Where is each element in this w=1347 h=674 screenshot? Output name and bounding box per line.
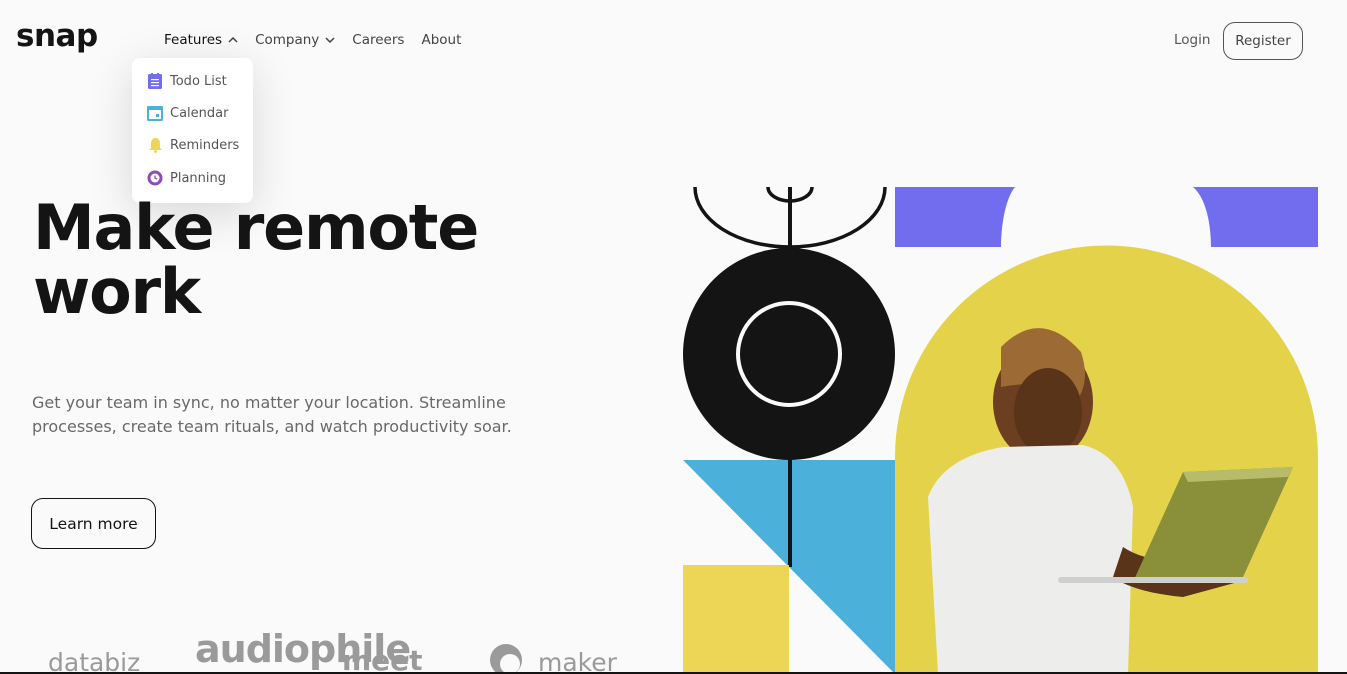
maker-logo-icon	[490, 644, 522, 674]
client-logo-databiz: databiz	[48, 648, 141, 674]
client-logo-maker: maker	[538, 648, 617, 674]
learn-more-button[interactable]: Learn more	[31, 498, 156, 549]
menu-item-reminders[interactable]: Reminders	[147, 137, 239, 153]
menu-item-calendar[interactable]: Calendar	[147, 105, 228, 121]
hero-subtitle: Get your team in sync, no matter your lo…	[32, 393, 512, 436]
hero-illustration	[683, 187, 1318, 674]
menu-item-planning[interactable]: Planning	[147, 170, 226, 186]
calendar-icon	[147, 105, 163, 121]
nav-company-label: Company	[255, 32, 320, 48]
clock-icon	[147, 170, 163, 186]
menu-item-todo-list[interactable]: Todo List	[147, 73, 227, 89]
client-logo-meet: meet	[342, 644, 423, 674]
hero-title: Make remote work	[33, 196, 553, 324]
nav-careers[interactable]: Careers	[352, 32, 404, 48]
hero-illustration-graphic	[683, 187, 1318, 674]
bell-icon	[147, 137, 163, 153]
client-logos: databiz audiophile meet maker	[48, 630, 648, 674]
login-link[interactable]: Login	[1174, 32, 1210, 48]
chevron-up-icon	[228, 37, 238, 43]
nav-features-label: Features	[164, 32, 223, 48]
menu-item-label: Planning	[170, 170, 226, 186]
hero-title-line-2: work	[33, 255, 201, 328]
menu-item-label: Calendar	[170, 105, 229, 121]
chevron-down-icon	[325, 37, 335, 43]
menu-item-label: Todo List	[170, 73, 227, 89]
nav-features[interactable]: Features	[164, 32, 238, 48]
features-dropdown: Todo List Calendar Reminders Planning	[132, 58, 253, 203]
todo-list-icon	[147, 73, 163, 89]
menu-item-label: Reminders	[170, 137, 240, 153]
main-nav: Features Company Careers About	[164, 32, 478, 48]
brand-logo[interactable]: snap	[16, 18, 98, 54]
nav-company[interactable]: Company	[255, 32, 335, 48]
hero-title-line-1: Make remote	[33, 191, 479, 264]
register-button[interactable]: Register	[1223, 22, 1303, 60]
nav-about[interactable]: About	[421, 32, 461, 48]
